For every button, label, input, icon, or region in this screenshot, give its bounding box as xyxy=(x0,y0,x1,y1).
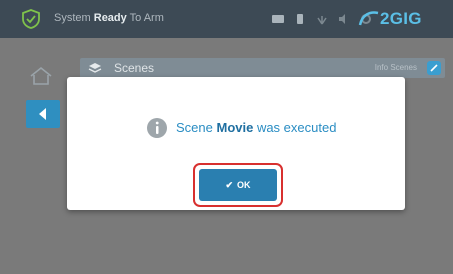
info-icon xyxy=(147,118,167,138)
message-icon xyxy=(270,11,286,27)
brand-logo: 2GIG xyxy=(380,9,422,28)
ok-label: OK xyxy=(237,180,251,190)
dialog-message: Scene Movie was executed xyxy=(176,120,337,135)
scenes-header: Scenes Info Scenes xyxy=(80,58,445,78)
ok-button-highlight: ✔ OK xyxy=(193,163,283,207)
phone-icon xyxy=(292,11,308,27)
layers-icon xyxy=(88,63,102,73)
ok-button[interactable]: ✔ OK xyxy=(199,169,277,201)
system-status-text: System Ready To Arm xyxy=(54,12,164,24)
scenes-info-text: Info Scenes xyxy=(374,63,417,72)
scenes-title: Scenes xyxy=(114,61,155,75)
status-bar: System Ready To Arm 2GIG xyxy=(0,0,453,38)
brand-logo-icon xyxy=(358,11,379,26)
home-icon[interactable] xyxy=(28,66,54,86)
scene-executed-dialog: Scene Movie was executed ✔ OK xyxy=(67,77,405,210)
scenes-edit-button[interactable] xyxy=(427,61,441,75)
back-button[interactable] xyxy=(26,100,60,128)
scene-name: Movie xyxy=(216,120,254,135)
back-arrow-icon xyxy=(39,108,46,120)
shield-icon[interactable] xyxy=(20,8,42,30)
signal-icon xyxy=(314,11,330,27)
volume-icon xyxy=(336,11,352,27)
system-state: Ready xyxy=(93,12,127,24)
check-icon: ✔ xyxy=(225,179,234,190)
